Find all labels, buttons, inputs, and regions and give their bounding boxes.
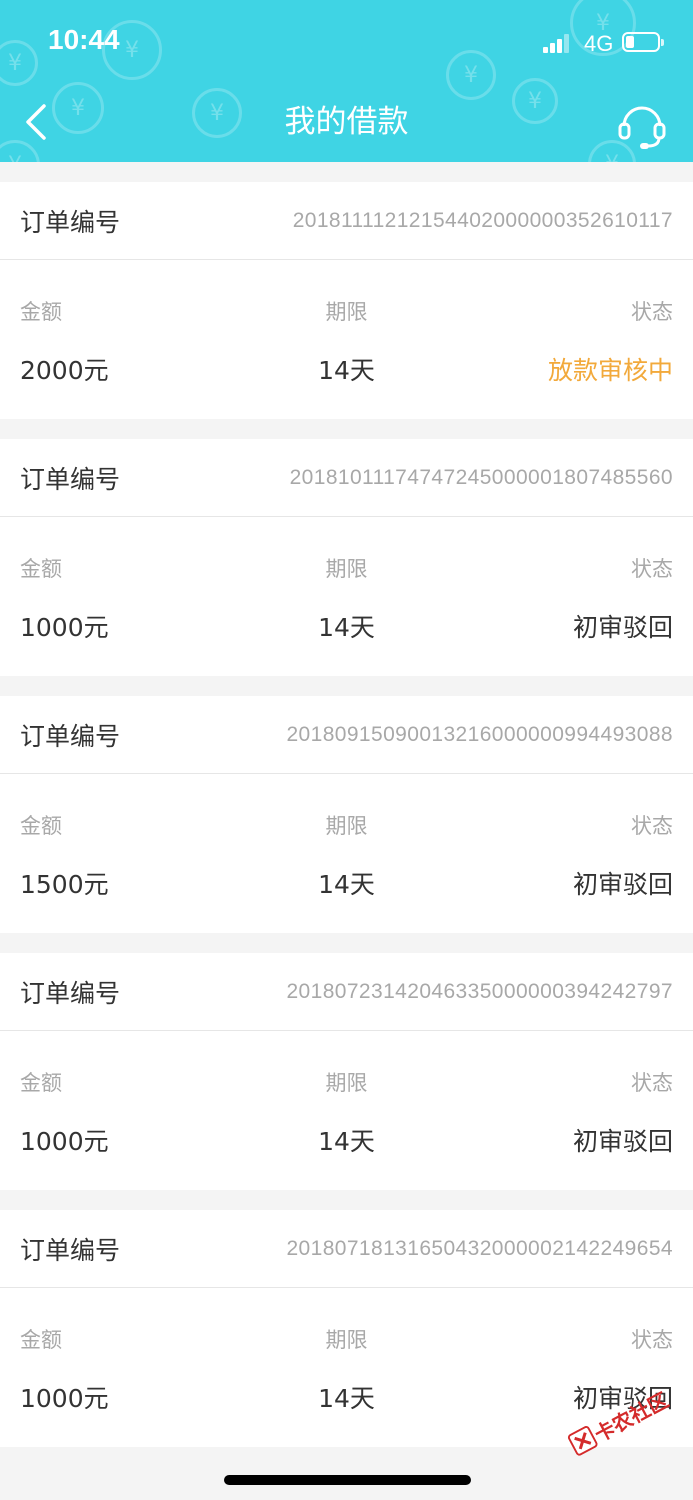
network-type: 4G [584,31,614,56]
battery-level [626,36,634,48]
signal-icon [543,33,573,53]
status-label: 状态 [631,1071,673,1095]
term-label: 期限 [325,300,368,324]
order-header: 订单编号 20180915090013216000000994493088 [0,696,693,774]
order-details: 金额 期限 状态 1000元 14天 初审驳回 [0,517,693,676]
term-label: 期限 [325,1328,368,1352]
status-bar: 10:44 4G [0,0,693,86]
nav-header: ¥ ¥ ¥ ¥ ¥ ¥ ¥ ¥ ¥ 10:44 4G 我的借款 [0,0,693,162]
loan-order-card[interactable]: 订单编号 20181011174747245000001807485560 金额… [0,439,693,676]
order-no-label: 订单编号 [20,464,121,494]
order-no-label: 订单编号 [20,1235,121,1265]
loan-order-card[interactable]: 订单编号 20181111212154402000000352610117 金额… [0,182,693,419]
term-label: 期限 [325,557,368,581]
status-label: 状态 [631,300,673,324]
order-details: 金额 期限 状态 1500元 14天 初审驳回 [0,774,693,933]
order-no-value: 20180718131650432000002142249654 [286,1236,673,1260]
customer-service-button[interactable] [614,96,670,152]
order-details: 金额 期限 状态 1000元 14天 初审驳回 [0,1031,693,1190]
headset-icon [618,106,666,149]
status-value: 初审驳回 [572,870,673,899]
term-label: 期限 [325,814,368,838]
order-header: 订单编号 20181111212154402000000352610117 [0,182,693,260]
order-no-value: 20181011174747245000001807485560 [289,465,673,489]
order-no-label: 订单编号 [20,207,121,237]
home-indicator[interactable] [224,1475,471,1485]
status-value: 初审驳回 [572,613,673,642]
term-label: 期限 [325,1071,368,1095]
status-time: 10:44 [48,24,120,55]
order-no-value: 20181111212154402000000352610117 [292,208,673,232]
status-value: 放款审核中 [547,356,673,385]
status-label: 状态 [631,557,673,581]
loan-order-list: 订单编号 20181111212154402000000352610117 金额… [0,182,693,1467]
battery-icon [622,32,664,52]
order-no-value: 20180915090013216000000994493088 [286,722,673,746]
loan-order-card[interactable]: 订单编号 20180915090013216000000994493088 金额… [0,696,693,933]
status-label: 状态 [631,814,673,838]
status-value: 初审驳回 [572,1127,673,1156]
order-no-label: 订单编号 [20,978,121,1008]
order-header: 订单编号 20180723142046335000000394242797 [0,953,693,1031]
loan-order-card[interactable]: 订单编号 20180723142046335000000394242797 金额… [0,953,693,1190]
order-no-label: 订单编号 [20,721,121,751]
page-title: 我的借款 [284,104,409,140]
order-details: 金额 期限 状态 2000元 14天 放款审核中 [0,260,693,419]
order-header: 订单编号 20180718131650432000002142249654 [0,1210,693,1288]
order-header: 订单编号 20181011174747245000001807485560 [0,439,693,517]
status-label: 状态 [631,1328,673,1352]
order-no-value: 20180723142046335000000394242797 [286,979,673,1003]
